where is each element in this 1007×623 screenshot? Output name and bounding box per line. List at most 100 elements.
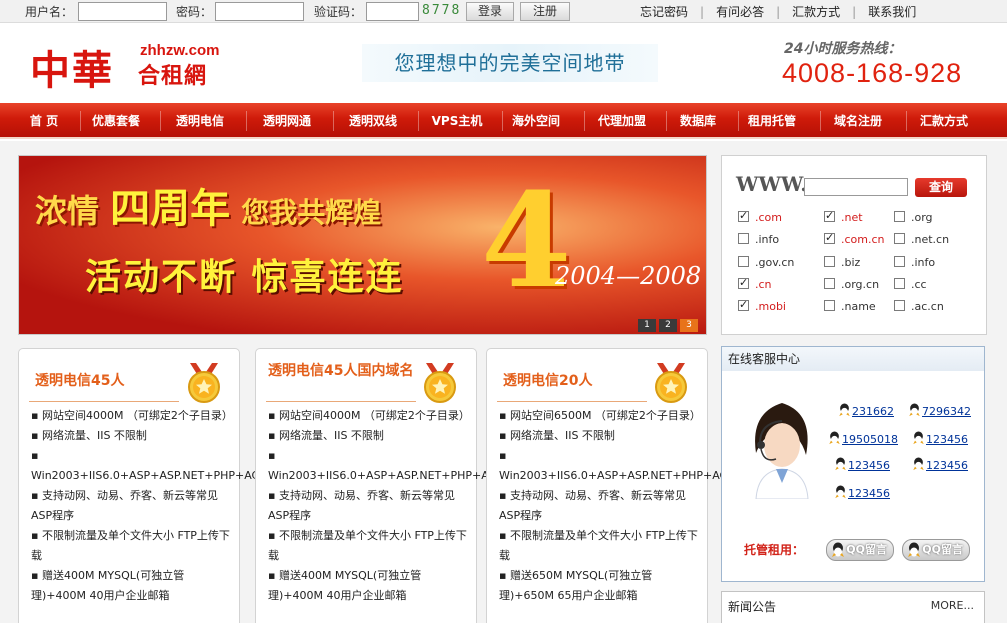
feature-item: ▪ 不限制流量及单个文件大小 FTP上传下载 — [499, 529, 698, 562]
captcha-image: 8778 — [422, 3, 462, 18]
domain-checkbox[interactable] — [824, 256, 835, 267]
nav-database[interactable]: 数据库 — [662, 103, 734, 139]
banner-text-b: 四周年 — [110, 186, 231, 232]
nav-vps[interactable]: VPS主机 — [421, 103, 493, 139]
domain-option[interactable]: .biz — [824, 256, 860, 269]
domain-option[interactable]: .org — [894, 211, 933, 224]
domain-option[interactable]: .gov.cn — [738, 256, 794, 269]
qq-contact-link[interactable]: 7296342 — [908, 403, 971, 418]
domain-checkbox[interactable] — [824, 209, 835, 222]
domain-checkbox[interactable] — [738, 256, 749, 267]
banner-years: 2004—2008 — [555, 262, 702, 290]
domain-option[interactable]: .org.cn — [824, 278, 879, 291]
contact-us-link[interactable]: 联系我们 — [868, 3, 916, 20]
banner-page-2[interactable]: 2 — [659, 319, 677, 332]
domain-option[interactable]: .info — [738, 233, 779, 246]
domain-option[interactable]: .ac.cn — [894, 300, 944, 313]
domain-checkbox[interactable] — [824, 300, 835, 311]
domain-option[interactable]: .com.cn — [824, 231, 885, 246]
domain-extension: .com — [755, 211, 782, 224]
hosting-label: 托管租用： — [744, 543, 805, 557]
feature-item: ▪ 支持动网、动易、乔客、新云等常见ASP程序 — [499, 489, 686, 522]
domain-checkbox[interactable] — [738, 276, 749, 289]
qq-number: 123456 — [926, 459, 968, 472]
feature-item: ▪ Win2003+IIS6.0+ASP+ASP.NET+PHP+ACCESS+… — [31, 449, 367, 482]
banner-text-c: 您我共辉煌 — [241, 196, 382, 229]
qq-number: 123456 — [848, 487, 890, 500]
top-links: 忘记密码 | 有问必答 | 汇款方式 | 联系我们 — [640, 3, 917, 20]
nav-divider — [906, 111, 907, 131]
domain-checkbox[interactable] — [824, 231, 835, 244]
feature-item: ▪ 网络流量、IIS 不限制 — [31, 429, 147, 442]
domain-checkbox[interactable] — [894, 211, 905, 222]
register-button[interactable]: 注册 — [520, 2, 570, 21]
logo-main[interactable]: 中華 — [30, 38, 114, 96]
banner-page-3[interactable]: 3 — [680, 319, 698, 332]
username-input[interactable] — [78, 2, 167, 21]
domain-extension: .info — [911, 256, 936, 269]
domain-option[interactable]: .cn — [738, 276, 772, 291]
qq-contact-link[interactable]: 123456 — [834, 485, 890, 500]
qq-number: 19505018 — [842, 433, 898, 446]
domain-option[interactable]: .com — [738, 209, 782, 224]
qq-penguin-icon — [909, 403, 920, 417]
domain-option[interactable]: .mobi — [738, 298, 786, 313]
domain-search-button[interactable]: 查询 — [915, 178, 967, 197]
captcha-input[interactable] — [366, 2, 419, 21]
domain-checkbox[interactable] — [738, 298, 749, 311]
nav-dualline[interactable]: 透明双线 — [337, 103, 409, 139]
nav-overseas[interactable]: 海外空间 — [500, 103, 572, 139]
domain-extension: .biz — [841, 256, 861, 269]
card-title[interactable]: 透明电信45人 — [35, 373, 124, 390]
product-card: 透明电信45人 ▪ 网站空间4000M （可绑定2个子目录） ▪ 网络流量、II… — [18, 348, 367, 623]
qq-message-button[interactable]: QQ留言 — [902, 539, 970, 561]
qq-message-button[interactable]: QQ留言 — [826, 539, 894, 561]
qq-contact-link[interactable]: 123456 — [912, 431, 968, 446]
feature-item: ▪ 不限制流量及单个文件大小 FTP上传下载 — [31, 529, 230, 562]
header-slogan: 您理想中的完美空间地带 — [362, 44, 658, 82]
nav-netcom[interactable]: 透明网通 — [251, 103, 323, 139]
feature-item: ▪ 网站空间4000M （可绑定2个子目录） — [268, 409, 470, 422]
payment-methods-link[interactable]: 汇款方式 — [792, 3, 840, 20]
nav-telecom[interactable]: 透明电信 — [164, 103, 236, 139]
feature-item: ▪ 网站空间4000M （可绑定2个子目录） — [31, 409, 233, 422]
card-title[interactable]: 透明电信20人 — [503, 373, 592, 390]
nav-divider — [246, 111, 247, 131]
nav-hosting[interactable]: 租用托管 — [736, 103, 808, 139]
domain-checkbox[interactable] — [738, 209, 749, 222]
banner-page-1[interactable]: 1 — [638, 319, 656, 332]
qq-contact-link[interactable]: 231662 — [838, 403, 894, 418]
qq-contact-link[interactable]: 123456 — [912, 457, 968, 472]
nav-payment[interactable]: 汇款方式 — [908, 103, 980, 139]
nav-divider — [160, 111, 161, 131]
forgot-password-link[interactable]: 忘记密码 — [640, 3, 688, 20]
news-more-link[interactable]: MORE... — [931, 599, 974, 612]
domain-input[interactable] — [804, 178, 908, 196]
domain-checkbox[interactable] — [738, 233, 749, 244]
login-bar: 用户名： 密码： 验证码： 8778 登录 注册 忘记密码 | 有问必答 | 汇款方式 |… — [0, 0, 1007, 23]
product-card: 透明电信20人 ▪ 网站空间6500M （可绑定2个子目录） ▪ 网络流量、II… — [486, 348, 834, 623]
domain-checkbox[interactable] — [894, 256, 905, 267]
faq-link[interactable]: 有问必答 — [716, 3, 764, 20]
domain-checkbox[interactable] — [894, 233, 905, 244]
domain-option[interactable]: .info — [894, 256, 935, 269]
password-input[interactable] — [215, 2, 304, 21]
qq-contact-link[interactable]: 123456 — [834, 457, 890, 472]
qq-contact-link[interactable]: 19505018 — [828, 431, 898, 446]
nav-domain[interactable]: 域名注册 — [822, 103, 894, 139]
domain-option[interactable]: .net.cn — [894, 233, 949, 246]
promo-banner[interactable]: 浓情 四周年 您我共辉煌 活动不断 惊喜连连 4 2004—2008 123 — [18, 155, 707, 335]
nav-agency[interactable]: 代理加盟 — [586, 103, 658, 139]
card-title[interactable]: 透明电信45人国内域名 — [268, 363, 416, 380]
domain-option[interactable]: .cc — [894, 278, 927, 291]
domain-checkbox[interactable] — [824, 278, 835, 289]
nav-packages[interactable]: 优惠套餐 — [80, 103, 152, 139]
domain-option[interactable]: .net — [824, 209, 863, 224]
login-button[interactable]: 登录 — [466, 2, 514, 21]
domain-checkbox[interactable] — [894, 300, 905, 311]
username-label: 用户名： — [25, 5, 74, 19]
domain-option[interactable]: .name — [824, 300, 876, 313]
domain-checkbox[interactable] — [894, 278, 905, 289]
nav-home[interactable]: 首 页 — [10, 103, 78, 139]
qq-penguin-icon — [835, 485, 846, 499]
